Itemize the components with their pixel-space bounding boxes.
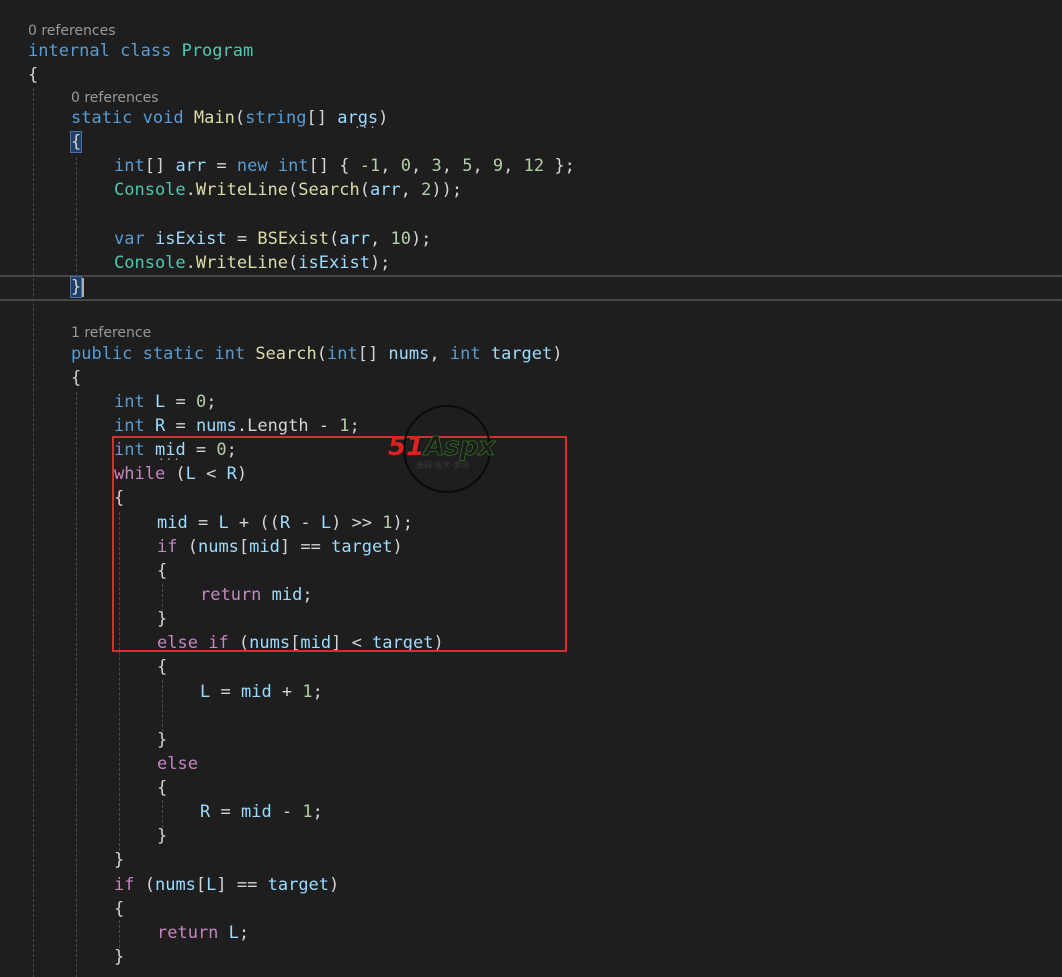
code-line-brace: { [28,65,39,85]
watermark-brand: 51Aspx [388,432,496,463]
code-line-else: else [157,754,198,774]
code-line-brace: { [157,657,168,677]
text-cursor [82,278,84,297]
code-line-brace: { [157,778,168,798]
codelens-search-references[interactable]: 1 reference [71,324,151,342]
watermark-subtitle: 源码·技术·资讯 [416,461,470,470]
unused-hint-dots: ··· [354,121,377,134]
code-line-l-assign: L = mid + 1; [200,682,323,702]
indent-guide [76,157,77,282]
codelens-main-references[interactable]: 0 references [71,89,159,107]
indent-guide [162,680,163,732]
code-line-r-assign: R = mid - 1; [200,802,323,822]
codelens-class-references[interactable]: 0 references [28,22,116,40]
code-line-writeline: Console.WriteLine(Search(arr, 2)); [114,180,463,200]
code-line-search: public static int Search(int[] nums, int… [71,344,563,364]
matched-brace: } [69,276,83,298]
code-line-brace: { [71,368,82,388]
code-line-l-decl: int L = 0; [114,392,217,412]
code-line-r-decl: int R = nums.Length - 1; [114,416,360,436]
indent-guide [76,392,77,977]
indent-guide [33,88,34,977]
code-line-brace: } [157,826,168,846]
code-line-arr: int[] arr = new int[] { -1, 0, 3, 5, 9, … [114,156,575,176]
code-line-return: return L; [157,923,250,943]
current-line-highlight [0,275,1062,301]
code-line-brace: } [69,275,83,299]
code-editor[interactable]: 0 references 0 references 1 reference in… [0,0,1062,977]
code-line-if: if (nums[L] == target) [114,875,340,895]
code-line-isexist: var isExist = BSExist(arr, 10); [114,229,432,249]
code-line-brace: } [114,947,125,967]
code-line-writeline: Console.WriteLine(isExist); [114,253,391,273]
indent-guide [119,920,120,948]
watermark-logo: 51Aspx 源码·技术·资讯 [388,404,510,494]
code-line-brace: { [114,899,125,919]
code-line-brace: { [69,130,83,154]
code-line-main: static void Main(string[] args) [71,108,389,128]
code-line-brace: } [114,850,125,870]
code-line-brace: } [157,730,168,750]
code-line-class: internal class Program [28,41,254,61]
matched-brace: { [69,131,83,153]
